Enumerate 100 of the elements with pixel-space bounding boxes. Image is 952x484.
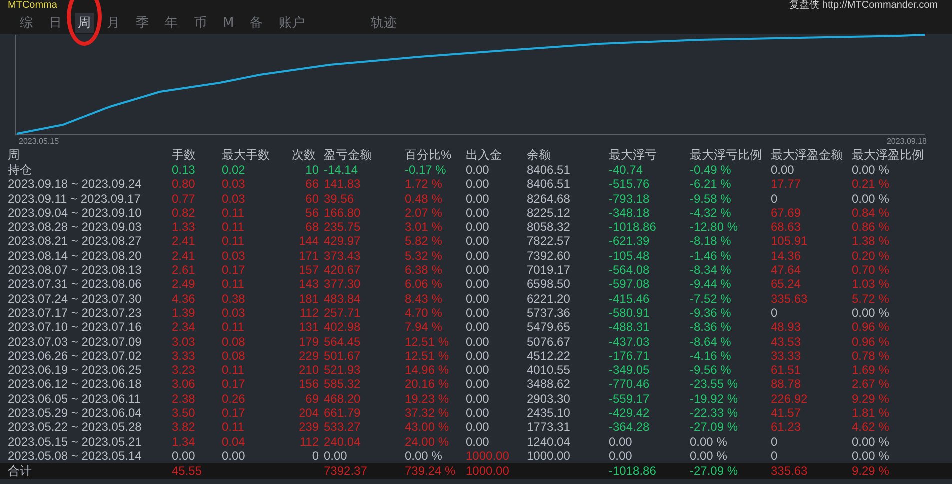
table-cell-text: 0.00 % — [690, 448, 728, 464]
table-cell-text: -1.46 % — [690, 248, 732, 264]
table-cell-text: 1.33 — [172, 220, 196, 234]
period-cell-text: 2023.09.11 ~ 2023.09.17 — [8, 192, 142, 206]
table-cell-text: 7822.57 — [527, 234, 572, 249]
table-cell-text: 373.43 — [324, 248, 362, 264]
table-cell-text: 157 — [298, 263, 320, 278]
tab[interactable]: 综 — [17, 13, 36, 33]
tab[interactable]: 季 — [133, 13, 152, 33]
table-cell-text: 67.69 — [771, 206, 802, 220]
table-cell-text: 0.00 — [466, 377, 490, 392]
column-header: 手数 — [172, 148, 197, 163]
table-cell-text: 0.11 — [222, 234, 246, 249]
table-cell-text: 37.32 % — [405, 406, 450, 420]
column-header: 最大浮盈金额 — [771, 148, 844, 163]
table-cell-text: -0.49 % — [690, 163, 732, 178]
table-cell-text: -7.52 % — [690, 292, 732, 306]
table-cell-text: 229 — [298, 348, 320, 364]
table-cell-text: 0.00 — [466, 248, 490, 264]
table-cell-text: 0.11 — [222, 277, 246, 292]
table-cell-text: 0.96 % — [852, 334, 890, 349]
table-cell-text: 0.86 % — [852, 220, 890, 234]
table-cell-text: 7392.60 — [527, 248, 572, 264]
table-cell-text: 1.81 % — [852, 406, 890, 420]
table-cell-text: -580.91 — [609, 306, 651, 320]
tab[interactable]: 轨迹 — [368, 13, 400, 33]
table-cell-text: -348.18 — [609, 206, 651, 220]
table-cell-text: 5737.36 — [527, 306, 572, 320]
table-cell-text: 0.20 % — [852, 248, 890, 264]
table-cell-text: -14.14 — [324, 163, 360, 178]
table-cell-text: 7392.37 — [324, 463, 368, 480]
tab[interactable]: M — [220, 14, 238, 32]
table-cell-text: 1000.00 — [466, 463, 510, 480]
column-header: 出入金 — [466, 148, 503, 163]
tab[interactable]: 周 — [75, 13, 94, 33]
table-cell-text: 14.36 — [771, 248, 802, 264]
table-cell-text: 8406.51 — [527, 177, 572, 192]
table-cell-text: -621.39 — [609, 234, 651, 249]
table-cell-text: 533.27 — [324, 420, 362, 435]
period-cell-text: 持仓 — [8, 163, 33, 178]
table-cell-text: -9.44 % — [690, 277, 732, 292]
table-cell-text: 0.03 — [222, 192, 246, 206]
table-cell-text: 1.34 — [172, 434, 196, 449]
table-cell-text: -8.64 % — [690, 334, 732, 349]
table-cell-text: -793.18 — [609, 192, 651, 206]
tab[interactable]: 年 — [162, 13, 181, 33]
brand-text: 复盘侠 http://MTCommander.com — [790, 0, 939, 12]
table-cell-text: -40.74 — [609, 163, 644, 178]
table-cell-text: -23.55 % — [690, 377, 740, 392]
table-cell-text: 204 — [298, 406, 320, 420]
column-header: 百分比% — [405, 148, 453, 163]
table-cell-text: 0.11 — [222, 206, 246, 220]
table-cell-text: 88.78 — [771, 377, 802, 392]
table-cell-text: 2.49 — [172, 277, 196, 292]
table-cell-text: 0.00 — [466, 192, 490, 206]
table-cell-text: -8.34 % — [690, 263, 732, 278]
table-cell-text: 0.00 % — [852, 448, 890, 464]
table-cell-text: 0.13 — [172, 163, 196, 178]
table-cell-text: 1.38 % — [852, 234, 890, 249]
table-cell-text: 0.03 — [222, 177, 246, 192]
table-cell-text: 24.00 % — [405, 434, 450, 449]
table-cell-text: -1018.86 — [609, 220, 658, 234]
table-cell-text: 0.02 — [222, 163, 246, 178]
column-header: 最大浮亏比例 — [690, 148, 763, 163]
table-cell-text: 0 — [311, 448, 320, 464]
period-cell-text: 2023.06.19 ~ 2023.06.25 — [8, 363, 143, 378]
table-cell-text: 335.63 — [771, 463, 809, 480]
table-cell-text: 43.00 % — [405, 420, 450, 435]
table-cell-text: 0.00 — [466, 206, 490, 220]
table-cell-text: 0.00 — [466, 263, 490, 278]
table-cell-text: 0.00 — [466, 334, 490, 349]
period-cell-text: 2023.07.10 ~ 2023.07.16 — [8, 320, 143, 335]
table-cell-text: -0.17 % — [405, 163, 448, 178]
table-cell-text: 1.03 % — [852, 277, 890, 292]
table-cell-text: 0.80 — [172, 177, 196, 192]
table-cell-text: 2903.30 — [527, 392, 572, 406]
table-cell-text: 48.93 — [771, 320, 802, 335]
tab[interactable]: 备 — [247, 13, 266, 33]
table-cell-text: 0.00 — [466, 277, 490, 292]
table-cell-text: 0.00 — [609, 448, 634, 464]
tab[interactable]: 月 — [104, 13, 123, 33]
table-cell-text: -415.46 — [609, 292, 651, 306]
table-cell-text: 2.34 — [172, 320, 196, 335]
table-cell-text: 1000.00 — [466, 448, 510, 464]
table-cell-text: 210 — [298, 363, 320, 378]
table-cell-text: 141.83 — [324, 177, 362, 192]
tab[interactable]: 币 — [191, 13, 210, 33]
table-cell-text: -176.71 — [609, 348, 651, 364]
table-cell-text: -19.92 % — [690, 392, 740, 406]
table-cell-text: 420.67 — [324, 263, 362, 278]
tab[interactable]: 日 — [46, 13, 65, 33]
table-cell-text: 0.04 — [222, 434, 246, 449]
period-cell-text: 合计 — [8, 463, 33, 480]
table-cell-text: 377.30 — [324, 277, 362, 292]
table-cell-text: 0 — [771, 448, 779, 464]
table-cell-text: 0.17 — [222, 263, 246, 278]
table-cell-text: 112 — [298, 306, 320, 320]
tab[interactable]: 账户 — [276, 13, 308, 33]
table-cell-text: 0.11 — [222, 363, 246, 378]
axis-date-label: 2023.09.18 — [886, 137, 927, 146]
